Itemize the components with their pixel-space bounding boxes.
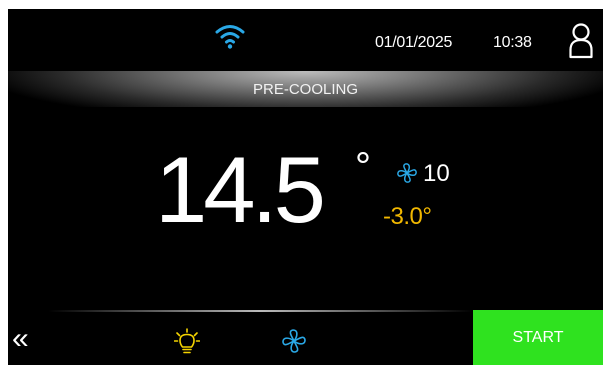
degree-symbol: ° (355, 145, 371, 189)
back-button[interactable]: « (12, 324, 42, 354)
thermostat-screen: 01/01/2025 10:38 PRE-COOLING 14.5 ° 10 -… (8, 9, 603, 365)
fan-icon (397, 163, 417, 183)
top-bar: 01/01/2025 10:38 (8, 9, 603, 71)
user-icon[interactable] (568, 23, 594, 59)
bottom-bar: « START (8, 310, 603, 365)
start-button[interactable]: START (473, 310, 603, 365)
setpoint-offset: -3.0° (383, 203, 432, 230)
date-display: 01/01/2025 (375, 34, 453, 51)
time-display: 10:38 (493, 34, 532, 51)
current-temperature: 14.5 (155, 137, 326, 242)
wifi-icon[interactable] (215, 22, 245, 50)
fan-icon[interactable] (281, 328, 307, 354)
lightbulb-icon[interactable] (174, 328, 200, 356)
divider-line (48, 310, 473, 312)
status-banner: PRE-COOLING (8, 71, 603, 107)
fan-speed-value: 10 (423, 160, 450, 187)
status-label: PRE-COOLING (252, 81, 358, 98)
